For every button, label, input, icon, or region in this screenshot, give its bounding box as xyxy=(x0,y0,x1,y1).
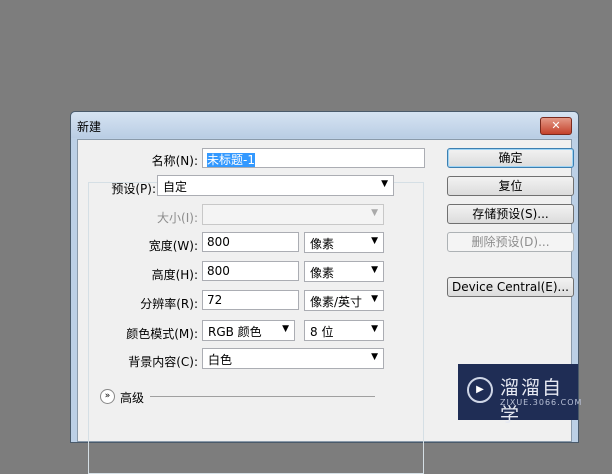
preset-value: 自定 xyxy=(163,180,188,194)
chevron-down-icon: ▼ xyxy=(371,236,378,246)
width-input[interactable]: 800 xyxy=(202,232,299,252)
color-mode-label: 颜色模式(M): xyxy=(126,327,198,341)
chevron-down-icon: ▼ xyxy=(371,294,378,304)
resolution-label: 分辨率(R): xyxy=(140,297,198,311)
ok-button[interactable]: 确定 xyxy=(447,148,574,168)
background-select[interactable]: 白色 ▼ xyxy=(202,348,384,369)
height-input[interactable]: 800 xyxy=(202,261,299,281)
dialog-title: 新建 xyxy=(77,120,102,134)
chevron-down-icon: ▼ xyxy=(381,179,388,189)
preset-select[interactable]: 自定 ▼ xyxy=(157,175,394,196)
resolution-unit: 像素/英寸 xyxy=(310,295,363,309)
save-preset-button[interactable]: 存储预设(S)... xyxy=(447,204,574,224)
bit-depth-select[interactable]: 8 位 ▼ xyxy=(304,320,384,341)
name-value: 未标题-1 xyxy=(207,153,255,167)
color-mode-select[interactable]: RGB 颜色 ▼ xyxy=(202,320,295,341)
divider xyxy=(150,396,375,397)
width-unit: 像素 xyxy=(310,237,335,251)
advanced-label: 高级 xyxy=(120,391,145,405)
chevron-down-icon: ▼ xyxy=(371,208,378,218)
background-value: 白色 xyxy=(208,353,233,367)
height-label: 高度(H): xyxy=(151,268,198,282)
expand-advanced-icon[interactable]: » xyxy=(100,389,115,404)
watermark-logo: ▶ 溜溜自学 ZIXUE.3066.COM xyxy=(458,364,581,426)
width-unit-select[interactable]: 像素 ▼ xyxy=(304,232,384,253)
name-label: 名称(N): xyxy=(151,154,198,168)
preset-label: 预设(P): xyxy=(111,182,156,196)
watermark-url: ZIXUE.3066.COM xyxy=(500,398,583,407)
play-icon: ▶ xyxy=(467,377,493,403)
resolution-unit-select[interactable]: 像素/英寸 ▼ xyxy=(304,290,384,311)
size-select: ▼ xyxy=(202,204,384,225)
chevron-down-icon: ▼ xyxy=(371,265,378,275)
background-label: 背景内容(C): xyxy=(128,355,198,369)
color-mode-value: RGB 颜色 xyxy=(208,325,262,339)
name-input[interactable]: 未标题-1 xyxy=(202,148,425,168)
reset-button[interactable]: 复位 xyxy=(447,176,574,196)
delete-preset-button: 删除预设(D)... xyxy=(447,232,574,252)
bit-depth-value: 8 位 xyxy=(310,325,334,339)
width-label: 宽度(W): xyxy=(148,239,198,253)
chevron-down-icon: ▼ xyxy=(371,352,378,362)
title-bar: 新建 ✕ xyxy=(71,112,578,138)
chevron-down-icon: ▼ xyxy=(282,324,289,334)
chevron-down-icon: ▼ xyxy=(371,324,378,334)
size-label: 大小(I): xyxy=(157,211,198,225)
close-button[interactable]: ✕ xyxy=(540,117,572,135)
height-unit-select[interactable]: 像素 ▼ xyxy=(304,261,384,282)
device-central-button[interactable]: Device Central(E)... xyxy=(447,277,574,297)
height-unit: 像素 xyxy=(310,266,335,280)
resolution-input[interactable]: 72 xyxy=(202,290,299,310)
